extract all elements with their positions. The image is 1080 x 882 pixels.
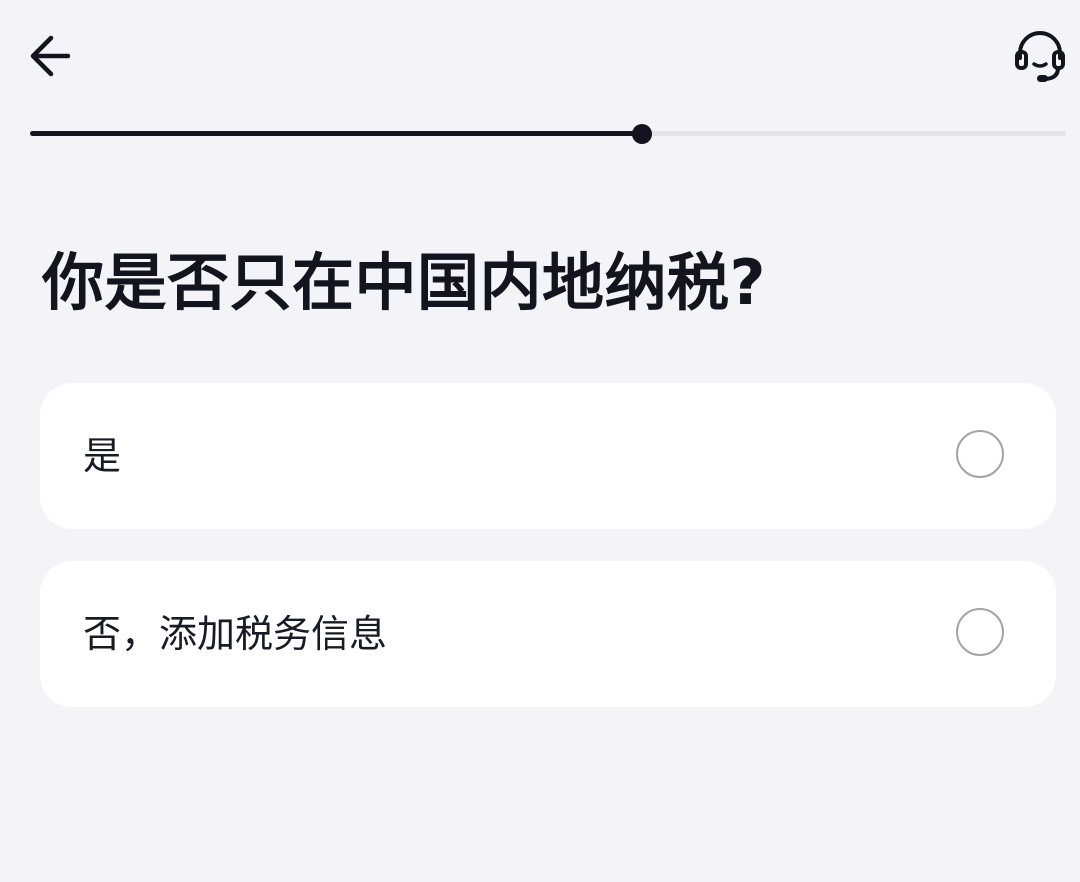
progress-fill: [30, 131, 643, 136]
progress-knob: [632, 124, 653, 144]
option-no-add-tax-info[interactable]: 否，添加税务信息: [40, 561, 1056, 707]
option-yes-label: 是: [83, 434, 122, 478]
back-button[interactable]: [16, 22, 84, 90]
customer-support-button[interactable]: [1004, 22, 1076, 94]
headset-icon: [1015, 31, 1065, 82]
option-yes-radio[interactable]: [956, 430, 1004, 478]
arrow-left-icon: [30, 35, 71, 77]
option-yes[interactable]: 是: [40, 383, 1056, 529]
option-no-radio[interactable]: [956, 608, 1004, 656]
option-no-label: 否，添加税务信息: [83, 612, 388, 656]
question-title: 你是否只在中国内地纳税?: [42, 246, 766, 319]
progress-bar: [30, 124, 1066, 144]
